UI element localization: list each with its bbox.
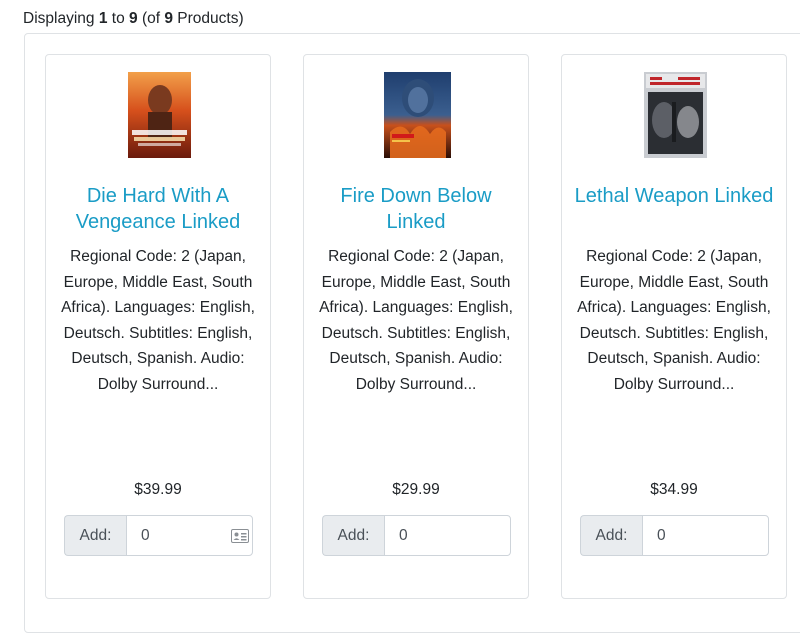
product-description: Regional Code: 2 (Japan, Europe, Middle … xyxy=(577,248,771,393)
product-card: Die Hard With A Vengeance Linked Regiona… xyxy=(45,54,271,599)
add-to-cart-group: Add: xyxy=(64,515,253,556)
add-label: Add: xyxy=(64,515,126,556)
product-card: Lethal Weapon Linked Regional Code: 2 (J… xyxy=(561,54,787,599)
quantity-input[interactable] xyxy=(141,526,221,545)
product-price: $34.99 xyxy=(650,481,698,498)
add-to-cart-group: Add: xyxy=(580,515,769,556)
product-title-link[interactable]: Die Hard With A Vengeance Linked xyxy=(56,183,260,235)
dvd-cover-die-hard xyxy=(128,72,191,158)
product-title-link[interactable]: Lethal Weapon Linked xyxy=(572,183,776,209)
add-to-cart-group: Add: xyxy=(322,515,511,556)
quantity-input[interactable] xyxy=(399,526,479,545)
product-title-link[interactable]: Fire Down Below Linked xyxy=(314,183,518,235)
quantity-field[interactable] xyxy=(642,515,769,556)
add-label: Add: xyxy=(580,515,642,556)
dvd-cover-lethal-weapon xyxy=(644,72,707,158)
product-image[interactable] xyxy=(128,72,191,158)
range-to: 9 xyxy=(129,10,138,27)
product-description: Regional Code: 2 (Japan, Europe, Middle … xyxy=(319,248,513,393)
product-image[interactable] xyxy=(384,72,451,158)
displaying-prefix: Displaying xyxy=(23,10,95,27)
quantity-field[interactable] xyxy=(126,515,253,556)
dvd-cover-fire-down-below xyxy=(384,72,451,158)
product-description: Regional Code: 2 (Japan, Europe, Middle … xyxy=(61,248,255,393)
product-price: $39.99 xyxy=(134,481,182,498)
range-of-open: (of xyxy=(141,10,161,27)
range-to-word: to xyxy=(111,10,125,27)
displaying-count: Displaying 1 to 9 (of 9 Products) xyxy=(23,9,244,29)
range-products: Products) xyxy=(177,10,244,27)
product-price: $29.99 xyxy=(392,481,440,498)
quantity-input[interactable] xyxy=(657,526,737,545)
quantity-field[interactable] xyxy=(384,515,511,556)
contact-card-icon[interactable] xyxy=(231,529,249,543)
product-image[interactable] xyxy=(644,72,707,158)
product-card: Fire Down Below Linked Regional Code: 2 … xyxy=(303,54,529,599)
add-label: Add: xyxy=(322,515,384,556)
range-from: 1 xyxy=(98,10,108,27)
range-total: 9 xyxy=(164,10,173,27)
